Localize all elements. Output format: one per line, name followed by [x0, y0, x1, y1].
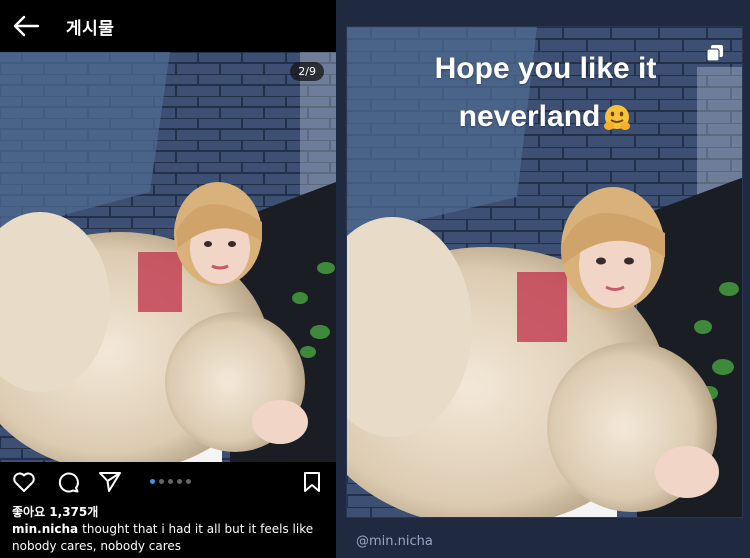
comment-bubble-icon[interactable] [56, 470, 80, 494]
carousel-indicator [150, 479, 191, 484]
story-text-line-1: Hope you like it [434, 52, 657, 85]
story-text-line-2-word: neverland [458, 100, 601, 133]
story-username-handle[interactable]: @min.nicha [356, 534, 433, 549]
carousel-dot [159, 479, 164, 484]
heart-icon[interactable] [12, 470, 36, 494]
carousel-dot [186, 479, 191, 484]
square-copy-icon [706, 45, 723, 62]
post-image [0, 52, 336, 462]
paper-plane-icon[interactable] [98, 470, 122, 494]
caption-username[interactable]: min.nicha [12, 522, 78, 536]
carousel-dot [150, 479, 155, 484]
post-photo[interactable]: 2/9 [0, 52, 336, 462]
bookmark-icon[interactable] [300, 470, 324, 494]
story-text-line-2: neverland [347, 93, 742, 141]
post-header: 게시물 [0, 0, 336, 52]
story-image-frame[interactable]: Hope you like it neverland [346, 26, 743, 518]
story-text-overlay: Hope you like it neverland [347, 45, 742, 141]
instagram-post-panel: 게시물 2/9 좋아요 1,375개 min.nicha thought tha… [0, 0, 336, 558]
arrow-left-icon[interactable] [12, 14, 40, 38]
post-action-bar [0, 462, 336, 502]
story-share-panel: Hope you like it neverland @min.nicha [336, 0, 750, 558]
page-title: 게시물 [66, 19, 115, 39]
hugging-face-emoji [604, 105, 631, 131]
like-count[interactable]: 좋아요 1,375개 [12, 503, 98, 520]
carousel-dot [168, 479, 173, 484]
post-caption: min.nicha thought that i had it all but i… [12, 521, 332, 555]
carousel-dot [177, 479, 182, 484]
image-counter: 2/9 [290, 62, 324, 81]
